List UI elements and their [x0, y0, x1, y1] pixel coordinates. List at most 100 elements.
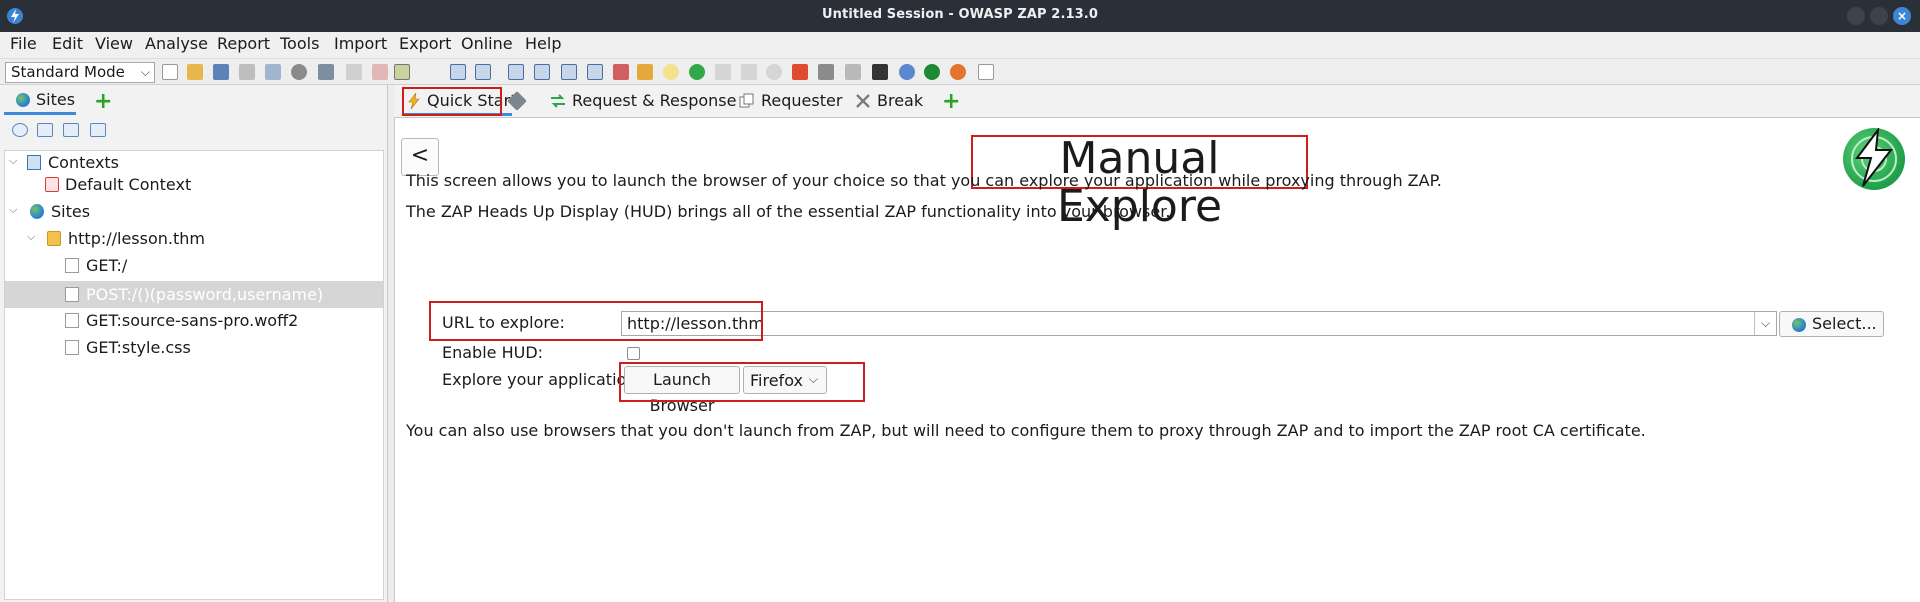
tree-label: GET:style.css [86, 338, 191, 357]
lightning-icon [408, 93, 420, 109]
gear-icon[interactable] [291, 64, 307, 80]
delete-icon[interactable] [372, 64, 388, 80]
requester-icon [739, 93, 754, 108]
firefox-icon[interactable] [950, 64, 966, 80]
lightbulb-icon[interactable] [663, 64, 679, 80]
menu-import[interactable]: Import [334, 34, 387, 53]
menu-edit[interactable]: Edit [52, 34, 83, 53]
options-icon[interactable] [318, 64, 334, 80]
quick-start-content: < Manual Explore This screen allows you … [394, 118, 1920, 602]
tree-node-request[interactable]: GET:style.css [5, 336, 383, 360]
layout-tabs-icon[interactable] [475, 64, 491, 80]
menu-analyse[interactable]: Analyse [145, 34, 208, 53]
chevron-down-icon: ⌵ [808, 372, 818, 386]
main-toolbar: Standard Mode ⌵ [0, 58, 1920, 85]
layout-icon[interactable] [394, 64, 410, 80]
context-icon [45, 177, 59, 192]
layout-full-icon[interactable] [450, 64, 466, 80]
chevron-down-icon[interactable]: ⌵ [27, 231, 37, 242]
tree-label: GET:source-sans-pro.woff2 [86, 311, 299, 330]
open-session-icon[interactable] [187, 64, 203, 80]
contexts-icon [27, 155, 41, 170]
panel-icon[interactable] [587, 64, 603, 80]
help-icon[interactable] [899, 64, 915, 80]
maximize-button[interactable] [1870, 7, 1888, 25]
target-icon[interactable] [12, 123, 28, 137]
drop-icon[interactable] [766, 64, 782, 80]
minimize-button[interactable] [1847, 7, 1865, 25]
close-window-button[interactable]: × [1893, 7, 1911, 25]
tree-node-contexts[interactable]: ⌵ Contexts [5, 151, 383, 175]
continue-icon[interactable] [741, 64, 757, 80]
step-icon[interactable] [715, 64, 731, 80]
tree-node-request[interactable]: GET:source-sans-pro.woff2 [5, 309, 383, 333]
mode-select[interactable]: Standard Mode ⌵ [5, 62, 155, 83]
tab-sites[interactable]: Sites [4, 87, 76, 115]
tab-label: Quick Start [427, 91, 517, 110]
globe-icon [30, 204, 44, 219]
url-to-explore-input[interactable]: http://lesson.thm ⌵ [621, 311, 1777, 336]
document-icon [65, 313, 79, 328]
tab-label: Request & Response [572, 91, 737, 110]
menu-tools[interactable]: Tools [280, 34, 319, 53]
import-context-icon[interactable] [63, 123, 79, 137]
menu-online[interactable]: Online [461, 34, 513, 53]
globe-icon [16, 93, 30, 107]
add-tab-icon[interactable]: + [94, 91, 112, 113]
select-url-button[interactable]: Select... [1779, 311, 1884, 337]
edit-icon[interactable] [346, 64, 362, 80]
tab-label: Break [877, 91, 924, 110]
new-context-icon[interactable] [37, 123, 53, 137]
chevron-down-icon[interactable]: ⌵ [9, 155, 19, 166]
sites-tab-label: Sites [36, 90, 76, 109]
tree-node-default-context[interactable]: Default Context [5, 173, 383, 197]
menu-file[interactable]: File [10, 34, 37, 53]
tab-requester[interactable]: Requester [739, 88, 842, 116]
tree-node-request[interactable]: GET:/ [5, 254, 383, 278]
mode-value: Standard Mode [11, 63, 125, 81]
new-session-icon[interactable] [162, 64, 178, 80]
chevron-down-icon[interactable]: ⌵ [1754, 312, 1776, 335]
browser-select[interactable]: Firefox ⌵ [743, 366, 827, 394]
menu-view[interactable]: View [95, 34, 133, 53]
launch-browser-button[interactable]: Launch Browser [624, 366, 740, 415]
add-tab-icon[interactable]: + [942, 91, 960, 113]
intro-paragraph: This screen allows you to launch the bro… [406, 171, 1442, 190]
enable-hud-checkbox[interactable] [627, 347, 640, 360]
panel-icon[interactable] [508, 64, 524, 80]
select-label: Select... [1812, 314, 1877, 333]
chevron-down-icon[interactable]: ⌵ [9, 204, 19, 215]
tree-node-site[interactable]: ⌵ http://lesson.thm [5, 227, 383, 251]
workspace-tabs: Quick Start Request & Response Requester… [394, 85, 1920, 118]
break-icon[interactable] [792, 64, 808, 80]
tab-break[interactable]: Break [855, 88, 925, 116]
tree-node-request-selected[interactable]: POST:/()(password,username) [5, 281, 383, 308]
session-properties-icon[interactable] [265, 64, 281, 80]
globe-icon [1792, 318, 1806, 332]
window-title: Untitled Session - OWASP ZAP 2.13.0 [822, 7, 1098, 22]
bricks-icon[interactable] [613, 64, 629, 80]
hud-icon[interactable] [637, 64, 653, 80]
zap-icon[interactable] [924, 64, 940, 80]
panel-icon[interactable] [561, 64, 577, 80]
snapshot-icon[interactable] [239, 64, 255, 80]
panel-icon[interactable] [534, 64, 550, 80]
tree-node-sites[interactable]: ⌵ Sites [5, 200, 383, 224]
menu-export[interactable]: Export [399, 34, 451, 53]
chevron-down-icon: ⌵ [140, 65, 150, 79]
break-on-icon[interactable] [689, 64, 705, 80]
tab-quick-start[interactable]: Quick Start [402, 88, 516, 116]
tab-request-response[interactable]: Request & Response [550, 88, 736, 116]
terminal-icon[interactable] [872, 64, 888, 80]
menu-report[interactable]: Report [217, 34, 270, 53]
export-context-icon[interactable] [90, 123, 106, 137]
break-icon [856, 94, 870, 108]
document-icon [65, 258, 79, 273]
scan-icon[interactable] [818, 64, 834, 80]
menu-help[interactable]: Help [525, 34, 561, 53]
save-session-icon[interactable] [213, 64, 229, 80]
tools-icon[interactable] [845, 64, 861, 80]
url-value: http://lesson.thm [627, 314, 764, 333]
browser-value: Firefox [750, 371, 803, 390]
page-icon[interactable] [978, 64, 994, 80]
